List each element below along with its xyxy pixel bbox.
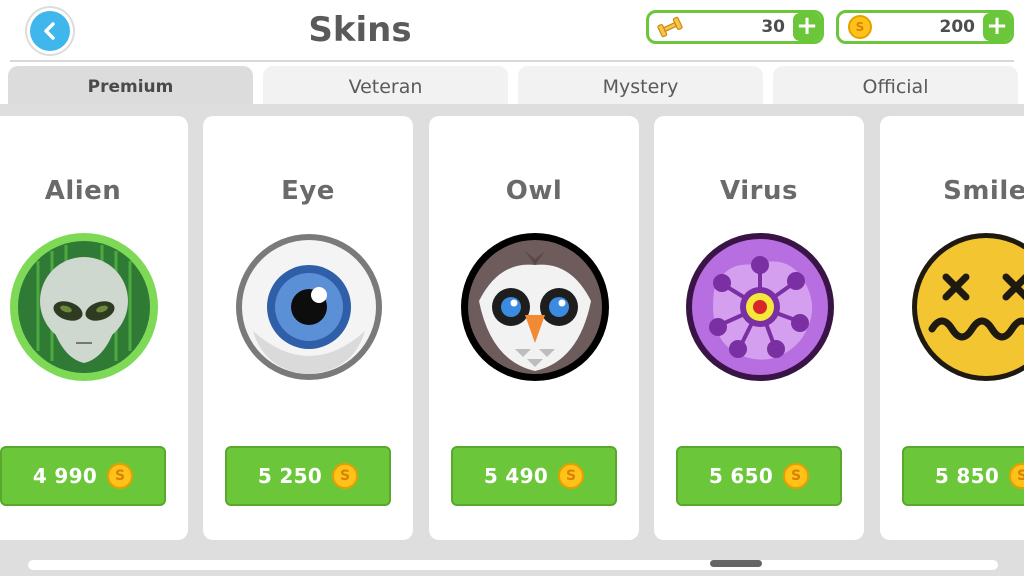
price-amount: 5 250 [257, 464, 323, 488]
price-amount: 5 850 [934, 464, 1000, 488]
scrollbar-thumb[interactable] [710, 560, 762, 567]
skins-list[interactable]: Alien 4 990 S Eye 5 250 S Owl 5 490 S Vi… [0, 104, 1024, 576]
buy-smile-button[interactable]: 5 850 S [902, 446, 1024, 506]
virus-skin-icon [684, 231, 836, 383]
header-divider [10, 60, 1014, 62]
tab-veteran[interactable]: Veteran [263, 66, 508, 106]
skin-card-owl[interactable]: Owl 5 490 S [429, 116, 639, 540]
skin-name: Smile [943, 176, 1024, 206]
skin-name: Alien [44, 176, 122, 206]
page-title: Skins [308, 10, 412, 50]
price-amount: 5 650 [708, 464, 774, 488]
buy-alien-button[interactable]: 4 990 S [0, 446, 166, 506]
dumbbell-count: 30 [761, 17, 785, 37]
back-button[interactable] [27, 8, 73, 54]
tab-mystery[interactable]: Mystery [518, 66, 763, 106]
coin-currency: S 200 + [836, 10, 1014, 44]
dumbbell-icon [655, 15, 685, 39]
add-coins-button[interactable]: + [983, 13, 1011, 41]
dumbbell-currency: 30 + [646, 10, 824, 44]
skin-card-alien[interactable]: Alien 4 990 S [0, 116, 188, 540]
owl-skin-icon [459, 231, 611, 383]
skin-card-eye[interactable]: Eye 5 250 S [203, 116, 413, 540]
tab-premium[interactable]: Premium [8, 66, 253, 106]
coin-icon: S [107, 463, 134, 489]
buy-virus-button[interactable]: 5 650 S [676, 446, 842, 506]
coin-icon: S [558, 463, 585, 489]
skin-card-virus[interactable]: Virus 5 650 S [654, 116, 864, 540]
back-arrow-icon [30, 11, 70, 51]
price-amount: 5 490 [483, 464, 549, 488]
smile-skin-icon [910, 231, 1024, 383]
price-amount: 4 990 [32, 464, 98, 488]
coin-icon: S [1009, 463, 1024, 489]
skin-card-smile[interactable]: Smile 5 850 S [880, 116, 1024, 540]
buy-eye-button[interactable]: 5 250 S [225, 446, 391, 506]
plus-icon: + [796, 11, 818, 41]
buy-owl-button[interactable]: 5 490 S [451, 446, 617, 506]
plus-icon: + [986, 11, 1008, 41]
tab-official[interactable]: Official [773, 66, 1018, 106]
horizontal-scrollbar[interactable] [28, 560, 998, 570]
alien-skin-icon [8, 231, 160, 383]
coin-icon: S [332, 463, 359, 489]
category-tabs: Premium Veteran Mystery Official [0, 66, 1024, 106]
skin-name: Eye [281, 176, 335, 206]
coin-icon: S [783, 463, 810, 489]
coin-icon: S [845, 15, 875, 39]
skin-name: Owl [505, 176, 563, 206]
eye-skin-icon [233, 231, 385, 383]
skin-name: Virus [720, 176, 798, 206]
add-dumbbells-button[interactable]: + [793, 13, 821, 41]
coin-count: 200 [939, 17, 976, 37]
